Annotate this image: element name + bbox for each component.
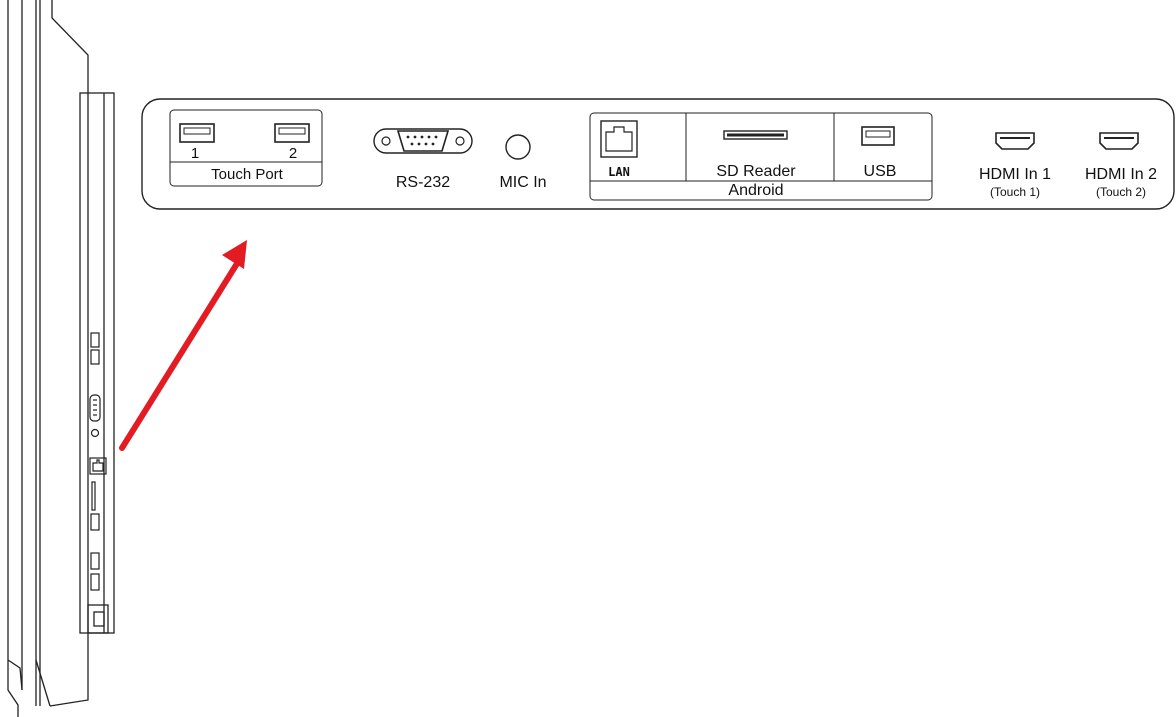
display-back-edge <box>49 83 89 707</box>
usb-label: USB <box>864 163 897 180</box>
diagram-canvas: 1 2 Touch Port RS-232 MIC In LAN SD Read… <box>7 0 1175 717</box>
usb-a-icon <box>90 513 100 531</box>
ethernet-icon <box>600 120 638 158</box>
hdmi-icon <box>1099 132 1139 150</box>
hdmi-2-label: HDMI In 2 <box>1085 166 1157 183</box>
hdmi-icon <box>995 132 1035 150</box>
touch-port-number-1: 1 <box>191 145 199 162</box>
side-panel-connector-block <box>93 611 105 627</box>
db9-serial-icon <box>89 394 101 422</box>
hdmi-icon <box>90 552 100 570</box>
arrow-icon <box>119 259 241 451</box>
display-bezel-outline <box>7 0 89 717</box>
hdmi-1-sub-label: (Touch 1) <box>990 185 1040 199</box>
usb-a-icon <box>90 349 100 365</box>
touch-port-number-2: 2 <box>289 145 297 162</box>
hdmi-icon <box>90 573 100 591</box>
audio-jack-icon <box>505 134 531 160</box>
usb-a-icon <box>861 126 895 146</box>
sd-reader-label: SD Reader <box>716 163 796 180</box>
usb-a-icon <box>90 332 100 348</box>
sd-slot-icon <box>91 481 96 511</box>
touch-port-label: Touch Port <box>211 166 284 183</box>
callout-arrow <box>119 240 247 451</box>
side-panel-bottom-block <box>87 604 109 634</box>
hdmi-2-sub-label: (Touch 2) <box>1096 185 1146 199</box>
connector-diagram: 1 2 Touch Port RS-232 MIC In LAN SD Read… <box>0 0 1176 717</box>
hdmi-1-label: HDMI In 1 <box>979 166 1051 183</box>
display-side-view <box>7 0 115 717</box>
panel-labels: 1 2 Touch Port RS-232 MIC In LAN SD Read… <box>191 145 1157 199</box>
audio-jack-icon <box>90 428 100 438</box>
sd-slot-icon <box>723 130 788 140</box>
android-label: Android <box>728 182 783 199</box>
lan-label: LAN <box>608 165 630 179</box>
usb-a-icon <box>274 123 310 143</box>
usb-a-icon <box>179 123 215 143</box>
rs232-label: RS-232 <box>396 174 450 191</box>
mic-in-label: MIC In <box>499 174 546 191</box>
db9-serial-icon <box>373 128 473 154</box>
side-port-panel <box>79 92 115 634</box>
